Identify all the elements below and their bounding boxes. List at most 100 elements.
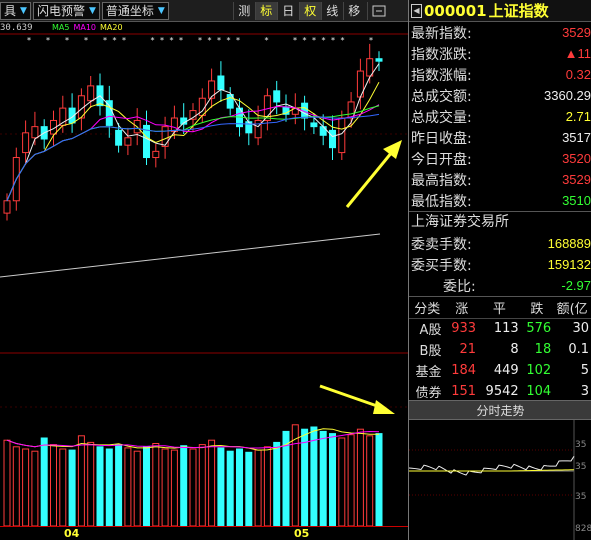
tools-dropdown[interactable]: 具 ▼ — [0, 1, 31, 20]
breadth-cell-amt: 3 — [580, 384, 589, 399]
breadth-cell-flat: 8 — [510, 342, 519, 357]
volume-bar[interactable] — [301, 428, 309, 527]
candle[interactable] — [217, 75, 225, 91]
signal-marker: * — [113, 36, 117, 45]
alert-dropdown[interactable]: 闪电预警 ▼ — [32, 1, 100, 20]
volume-bar[interactable] — [236, 448, 243, 527]
candle[interactable] — [375, 58, 383, 62]
index-stat-value: 0.32 — [565, 67, 591, 82]
volume-bar[interactable] — [96, 446, 104, 527]
volume-bar[interactable] — [124, 447, 132, 527]
volume-bar[interactable] — [226, 450, 234, 527]
ma-legend: MA5 MA10 MA20 — [52, 23, 123, 32]
breadth-row: A股 933 113 576 30 — [409, 318, 591, 339]
mini-tick-4: 828 — [575, 524, 591, 534]
index-stats: 最新指数: 3529 指数涨跌: ▲11 指数涨幅: 0.32 总成交额: 3360.29 总成… — [409, 22, 591, 212]
candle[interactable] — [105, 100, 113, 126]
kline-chart[interactable]: * * * * * * * * * * * * * * * * * * * * * * * * — [0, 22, 408, 540]
exchange-stat-value: -2.97 — [561, 278, 591, 293]
index-stat-label: 最低指数: — [411, 193, 472, 210]
volume-bar[interactable] — [105, 448, 113, 527]
toolbar-button-1[interactable]: 标 — [254, 1, 277, 20]
candle[interactable] — [31, 126, 39, 139]
volume-bar[interactable] — [143, 446, 150, 527]
index-stat-row: 总成交量: 2.71 — [409, 106, 591, 127]
chevron-down-icon: ▼ — [157, 5, 165, 16]
index-stat-label: 指数涨跌: — [411, 46, 472, 63]
volume-bar[interactable] — [189, 448, 197, 527]
volume-bar[interactable] — [263, 446, 271, 527]
volume-bar[interactable] — [133, 450, 141, 527]
signal-marker: * — [208, 36, 212, 45]
ma-legend-3: MA20 — [100, 23, 123, 32]
candle[interactable] — [87, 85, 95, 102]
volume-bar[interactable] — [59, 448, 67, 527]
volume-bar[interactable] — [319, 430, 327, 527]
volume-bar[interactable] — [329, 433, 336, 527]
candle[interactable] — [115, 129, 123, 146]
volume-bar[interactable] — [338, 437, 346, 527]
candle[interactable] — [208, 80, 216, 99]
candle[interactable] — [161, 126, 169, 147]
intraday-mini-chart[interactable] — [409, 420, 591, 540]
toolbar-button-4[interactable]: 线 — [320, 1, 343, 20]
signal-marker: * — [341, 36, 345, 45]
volume-bar[interactable] — [68, 449, 76, 527]
volume-bar[interactable] — [375, 433, 383, 527]
volume-bar[interactable] — [254, 449, 262, 527]
toolbar-button-0[interactable]: 测 — [232, 1, 255, 20]
signal-marker: * — [217, 36, 221, 45]
volume-bar[interactable] — [208, 439, 216, 527]
index-stat-row: 今日开盘: 3520 — [409, 148, 591, 169]
candle[interactable] — [3, 200, 11, 214]
volume-bar[interactable] — [115, 444, 123, 527]
volume-bar[interactable] — [161, 448, 169, 527]
volume-bar[interactable] — [217, 447, 225, 527]
volume-bar[interactable] — [77, 435, 85, 527]
breadth-row: B股 21 8 18 0.1 — [409, 339, 591, 360]
candle[interactable] — [152, 150, 160, 159]
volume-bar[interactable] — [152, 443, 160, 527]
volume-bar[interactable] — [40, 437, 48, 527]
candle[interactable] — [254, 119, 262, 139]
candle[interactable] — [124, 137, 132, 146]
candle[interactable] — [329, 129, 336, 149]
exchange-stat-label: 委买手数: — [411, 257, 472, 274]
volume-bar[interactable] — [356, 428, 364, 527]
intraday-chart-button[interactable]: 分时走势 — [409, 400, 591, 420]
volume-bar[interactable] — [31, 450, 39, 527]
candle[interactable] — [273, 90, 281, 103]
volume-bar[interactable] — [366, 435, 374, 527]
index-stat-label: 昨日收盘: — [411, 130, 472, 147]
signal-marker: * — [27, 36, 31, 45]
volume-bar[interactable] — [3, 439, 11, 527]
toolbar-button-3[interactable]: 权 — [298, 1, 321, 20]
volume-bar[interactable] — [347, 434, 355, 527]
volume-bar[interactable] — [310, 426, 318, 527]
volume-bar[interactable] — [12, 446, 20, 527]
kline-chart-area[interactable]: * * * * * * * * * * * * * * * * * * * * * * * * 30.639 MA5 MA10… — [0, 22, 408, 540]
volume-bar[interactable] — [273, 441, 281, 527]
screenshot-button[interactable] — [366, 1, 390, 20]
toolbar-button-5[interactable]: 移 — [342, 1, 365, 20]
candle[interactable] — [22, 132, 30, 154]
chevron-down-icon: ▼ — [88, 5, 96, 16]
index-stat-label: 最新指数: — [411, 25, 472, 42]
volume-bar[interactable] — [50, 444, 57, 527]
candle[interactable] — [338, 117, 346, 154]
volume-bar[interactable] — [22, 448, 30, 527]
volume-bar[interactable] — [198, 444, 206, 527]
signal-marker: * — [84, 36, 88, 45]
volume-bar[interactable] — [180, 445, 188, 527]
panel-toggle-icon[interactable]: ◀ — [411, 3, 422, 18]
coord-dropdown[interactable]: 普通坐标 ▼ — [101, 1, 169, 20]
volume-bar[interactable] — [170, 449, 178, 527]
index-stat-label: 最高指数: — [411, 172, 472, 189]
breadth-cell-down: 104 — [526, 384, 552, 399]
volume-bar[interactable] — [87, 441, 95, 527]
candle[interactable] — [319, 126, 327, 136]
toolbar-button-2[interactable]: 日 — [276, 1, 299, 20]
volume-bar[interactable] — [245, 451, 253, 527]
index-stat-value: 3529 — [562, 25, 591, 40]
candle[interactable] — [310, 122, 318, 128]
